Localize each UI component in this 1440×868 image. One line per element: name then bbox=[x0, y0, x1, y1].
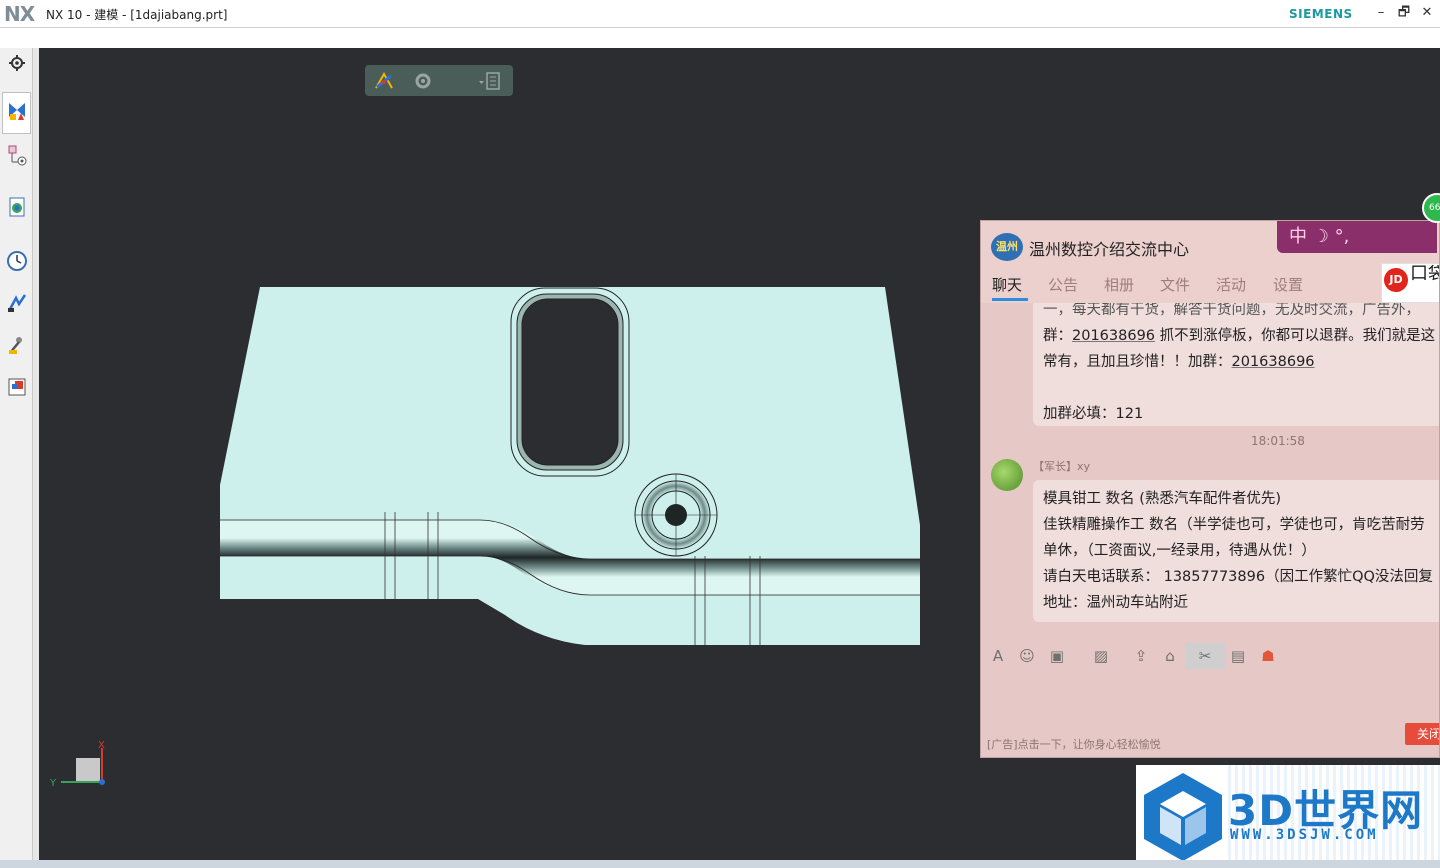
tab-announcement[interactable]: 公告 bbox=[1048, 274, 1078, 295]
history-clock-icon[interactable] bbox=[6, 250, 28, 272]
watermark-url: WWW.3DSJW.COM bbox=[1230, 827, 1379, 843]
roles-icon[interactable] bbox=[6, 292, 28, 314]
minimize-button[interactable]: – bbox=[1372, 4, 1390, 22]
hd3d-tools-icon[interactable] bbox=[6, 334, 28, 356]
message-bubble: 模具钳工 数名 (熟悉汽车配件者优先) 佳铁精雕操作工 数名（半学徒也可，学徒也… bbox=[1033, 480, 1439, 622]
resource-bar bbox=[0, 48, 33, 868]
message-input[interactable]: [广告]点击一下，让你身心轻松愉悦 bbox=[981, 673, 1439, 757]
jd-ad-text: 口袋促 bbox=[1410, 265, 1439, 283]
reuse-library-icon[interactable] bbox=[6, 196, 28, 218]
message-text: 模具钳工 数名 (熟悉汽车配件者优先) bbox=[1043, 491, 1282, 507]
ad-text[interactable]: [广告]点击一下，让你身心轻松愉悦 bbox=[987, 736, 1161, 752]
tab-settings[interactable]: 设置 bbox=[1273, 274, 1303, 295]
close-button[interactable]: ✕ bbox=[1418, 4, 1436, 22]
message-text: 群：201638696 抓不到涨停板，你都可以退群。我们就是这 bbox=[1043, 328, 1436, 344]
tab-album[interactable]: 相册 bbox=[1104, 274, 1134, 295]
view-triad-icon[interactable] bbox=[373, 70, 395, 92]
message-text: 常有，且加且珍惜！！加群：201638696 bbox=[1043, 354, 1315, 370]
part-navigator-icon[interactable] bbox=[6, 144, 28, 166]
restore-button[interactable]: 🗗 bbox=[1395, 4, 1413, 22]
view-triad-icon: X Y bbox=[49, 740, 105, 789]
tab-files[interactable]: 文件 bbox=[1160, 274, 1190, 295]
cube-logo-icon bbox=[1144, 773, 1222, 861]
message-text: 单休，（工资面议,一经录用，待遇从优！） bbox=[1043, 543, 1316, 559]
jd-logo: JD bbox=[1384, 268, 1408, 292]
taskbar bbox=[0, 860, 1440, 868]
chat-toolbar: A ☺ ▣ ▨ ⇪ ⌂ ✂ ▤ ☗ bbox=[981, 639, 1439, 673]
active-tab-indicator bbox=[992, 298, 1028, 301]
gif-icon[interactable]: ▣ bbox=[1048, 647, 1066, 665]
history-icon[interactable]: ▤ bbox=[1229, 647, 1247, 665]
ribbon-strip bbox=[0, 28, 1440, 73]
view-toolbar bbox=[365, 65, 513, 96]
close-chat-button[interactable]: 关闭 bbox=[1405, 723, 1439, 745]
emoji-icon[interactable]: ☺ bbox=[1018, 647, 1036, 665]
sender-name[interactable]: 【军长】xy bbox=[1033, 458, 1090, 474]
image-icon[interactable]: ▨ bbox=[1092, 647, 1110, 665]
more-icon[interactable]: ☗ bbox=[1259, 647, 1277, 665]
tab-chat[interactable]: 聊天 bbox=[992, 274, 1022, 295]
message-timestamp: 18:01:58 bbox=[1251, 434, 1305, 448]
siemens-logo: SIEMENS bbox=[1289, 7, 1353, 21]
message-text: 加群必填：121 bbox=[1043, 406, 1144, 422]
jd-ad-badge[interactable]: JD 口袋促 bbox=[1381, 263, 1439, 303]
title-bar: NX NX 10 - 建模 - [1dajiabang.prt] SIEMENS… bbox=[0, 0, 1440, 28]
triad-x-label: X bbox=[98, 740, 105, 751]
message-text: 请白天电话联系： 13857773896（因工作繁忙QQ没法回复 bbox=[1043, 569, 1433, 585]
qq-header: 温州 温州数控介绍交流中心 中 ☽ °, 聊天 公告 相册 文件 活动 设置 J… bbox=[981, 221, 1439, 303]
watermark-logo: 3D世界网 WWW.3DSJW.COM bbox=[1136, 765, 1440, 868]
view-settings-gear-icon[interactable] bbox=[412, 70, 434, 92]
qq-group-number[interactable]: 201638696 bbox=[1072, 328, 1155, 344]
font-icon[interactable]: A bbox=[989, 647, 1007, 665]
gift-icon[interactable]: ⌂ bbox=[1161, 647, 1179, 665]
group-avatar[interactable]: 温州 bbox=[991, 233, 1023, 261]
view-menu-icon[interactable] bbox=[477, 70, 503, 92]
nx-logo: NX bbox=[4, 2, 35, 26]
message-text: 地址：温州动车站附近 bbox=[1043, 595, 1188, 611]
palette-icon[interactable] bbox=[6, 376, 28, 398]
avatar[interactable] bbox=[991, 459, 1023, 491]
triad-y-label: Y bbox=[49, 778, 57, 789]
qq-group-number[interactable]: 201638696 bbox=[1232, 354, 1315, 370]
message-list[interactable]: 一，每天都有干货，解答干货问题，无及时交流，广告外， 群：201638696 抓… bbox=[981, 303, 1439, 633]
screenshot-scissors-icon[interactable]: ✂ bbox=[1185, 643, 1225, 669]
window-title: NX 10 - 建模 - [1dajiabang.prt] bbox=[46, 8, 228, 22]
assembly-navigator-icon[interactable] bbox=[6, 100, 28, 122]
message-text: 一，每天都有干货，解答干货问题，无及时交流，广告外， bbox=[1043, 303, 1420, 318]
settings-gear-icon[interactable] bbox=[6, 52, 28, 74]
group-name[interactable]: 温州数控介绍交流中心 bbox=[1029, 236, 1189, 260]
skin-banner: 中 ☽ °, bbox=[1277, 221, 1437, 253]
upload-icon[interactable]: ⇪ bbox=[1132, 647, 1150, 665]
message-bubble: 一，每天都有干货，解答干货问题，无及时交流，广告外， 群：201638696 抓… bbox=[1033, 303, 1439, 426]
tab-activity[interactable]: 活动 bbox=[1216, 274, 1246, 295]
message-text: 佳铁精雕操作工 数名（半学徒也可，学徒也可，肯吃苦耐劳 bbox=[1043, 517, 1425, 533]
qq-chat-window[interactable]: 温州 温州数控介绍交流中心 中 ☽ °, 聊天 公告 相册 文件 活动 设置 J… bbox=[980, 220, 1440, 758]
